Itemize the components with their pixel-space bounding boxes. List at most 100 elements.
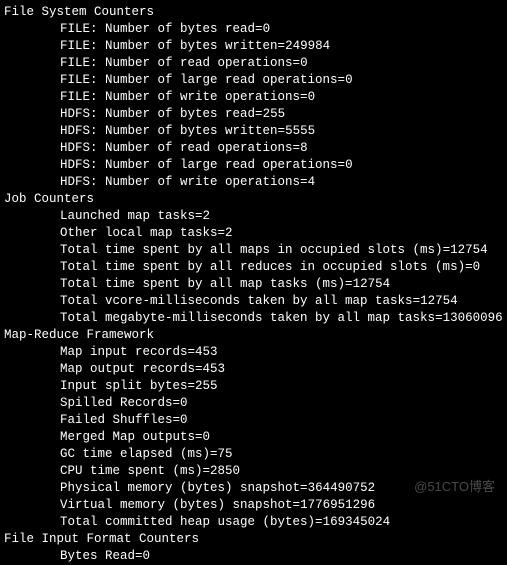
counter-label: Failed Shuffles (60, 413, 173, 427)
counter-value: 0 (263, 22, 271, 36)
counter-label: HDFS: Number of bytes written (60, 124, 278, 138)
counter-value: 8 (300, 141, 308, 155)
counter-separator: = (188, 345, 196, 359)
counter-label: Total time spent by all maps in occupied… (60, 243, 443, 257)
counter-separator: = (465, 260, 473, 274)
counter-line: Total committed heap usage (bytes)=16934… (4, 514, 507, 531)
counter-label: FILE: Number of write operations (60, 90, 300, 104)
counter-separator: = (413, 294, 421, 308)
counter-value: 0 (180, 413, 188, 427)
counter-separator: = (300, 90, 308, 104)
counter-separator: = (338, 158, 346, 172)
watermark-text: @51CTO博客 (414, 478, 495, 495)
counter-label: Other local map tasks (60, 226, 218, 240)
counter-line: HDFS: Number of large read operations=0 (4, 157, 507, 174)
counter-separator: = (195, 362, 203, 376)
counter-label: FILE: Number of bytes read (60, 22, 255, 36)
counter-label: Launched map tasks (60, 209, 195, 223)
counter-separator: = (210, 447, 218, 461)
counter-value: 364490752 (308, 481, 376, 495)
counter-line: Other local map tasks=2 (4, 225, 507, 242)
counter-label: FILE: Number of large read operations (60, 73, 338, 87)
counter-line: Merged Map outputs=0 (4, 429, 507, 446)
counter-line: Total time spent by all reduces in occup… (4, 259, 507, 276)
counter-label: GC time elapsed (ms) (60, 447, 210, 461)
counter-value: 0 (345, 73, 353, 87)
counter-label: Virtual memory (bytes) snapshot (60, 498, 293, 512)
counter-line: Virtual memory (bytes) snapshot=17769512… (4, 497, 507, 514)
counter-separator: = (188, 379, 196, 393)
counter-label: Map output records (60, 362, 195, 376)
counter-label: HDFS: Number of bytes read (60, 107, 255, 121)
counter-label: Total megabyte-milliseconds taken by all… (60, 311, 435, 325)
counter-separator: = (173, 396, 181, 410)
section-title: Map-Reduce Framework (4, 327, 507, 344)
counter-label: Merged Map outputs (60, 430, 195, 444)
counter-label: Bytes Read (60, 549, 135, 563)
counter-separator: = (203, 464, 211, 478)
counter-line: Failed Shuffles=0 (4, 412, 507, 429)
counter-label: Total time spent by all map tasks (ms) (60, 277, 345, 291)
counter-label: FILE: Number of read operations (60, 56, 293, 70)
counter-label: Total vcore-milliseconds taken by all ma… (60, 294, 413, 308)
counter-value: 75 (218, 447, 233, 461)
counter-line: Input split bytes=255 (4, 378, 507, 395)
counter-value: 4 (308, 175, 316, 189)
counter-value: 0 (203, 430, 211, 444)
section-title: File System Counters (4, 4, 507, 21)
section-title: File Input Format Counters (4, 531, 507, 548)
counter-value: 2850 (210, 464, 240, 478)
counter-value: 0 (473, 260, 481, 274)
counter-line: HDFS: Number of read operations=8 (4, 140, 507, 157)
counter-value: 453 (195, 345, 218, 359)
counter-value: 5555 (285, 124, 315, 138)
counter-line: Map input records=453 (4, 344, 507, 361)
counter-value: 169345024 (323, 515, 391, 529)
counter-separator: = (135, 549, 143, 563)
counter-separator: = (218, 226, 226, 240)
counter-value: 12754 (420, 294, 458, 308)
counter-separator: = (278, 124, 286, 138)
counter-label: HDFS: Number of read operations (60, 141, 293, 155)
counter-separator: = (435, 311, 443, 325)
counter-label: FILE: Number of bytes written (60, 39, 278, 53)
counter-label: CPU time spent (ms) (60, 464, 203, 478)
counter-value: 453 (203, 362, 226, 376)
counter-label: Physical memory (bytes) snapshot (60, 481, 300, 495)
counter-label: Total committed heap usage (bytes) (60, 515, 315, 529)
counter-value: 0 (308, 90, 316, 104)
counter-line: FILE: Number of large read operations=0 (4, 72, 507, 89)
counter-value: 0 (180, 396, 188, 410)
counter-separator: = (338, 73, 346, 87)
counter-line: FILE: Number of write operations=0 (4, 89, 507, 106)
counter-value: 12754 (450, 243, 488, 257)
counter-value: 2 (225, 226, 233, 240)
counter-separator: = (315, 515, 323, 529)
counter-line: HDFS: Number of write operations=4 (4, 174, 507, 191)
counter-value: 255 (195, 379, 218, 393)
counter-value: 13060096 (443, 311, 503, 325)
counter-separator: = (293, 498, 301, 512)
counter-line: FILE: Number of bytes read=0 (4, 21, 507, 38)
counter-separator: = (255, 22, 263, 36)
counter-separator: = (293, 141, 301, 155)
counter-value: 0 (300, 56, 308, 70)
counter-separator: = (300, 175, 308, 189)
counter-separator: = (278, 39, 286, 53)
counter-separator: = (195, 430, 203, 444)
counter-line: FILE: Number of bytes written=249984 (4, 38, 507, 55)
counter-value: 0 (345, 158, 353, 172)
counter-label: HDFS: Number of write operations (60, 175, 300, 189)
counter-value: 249984 (285, 39, 330, 53)
counter-separator: = (443, 243, 451, 257)
counter-line: FILE: Number of read operations=0 (4, 55, 507, 72)
counter-line: Launched map tasks=2 (4, 208, 507, 225)
counter-line: Bytes Read=0 (4, 548, 507, 565)
section-title: Job Counters (4, 191, 507, 208)
counter-line: Map output records=453 (4, 361, 507, 378)
counter-line: Total megabyte-milliseconds taken by all… (4, 310, 507, 327)
counter-separator: = (300, 481, 308, 495)
counter-value: 2 (203, 209, 211, 223)
counter-separator: = (345, 277, 353, 291)
counter-line: HDFS: Number of bytes written=5555 (4, 123, 507, 140)
